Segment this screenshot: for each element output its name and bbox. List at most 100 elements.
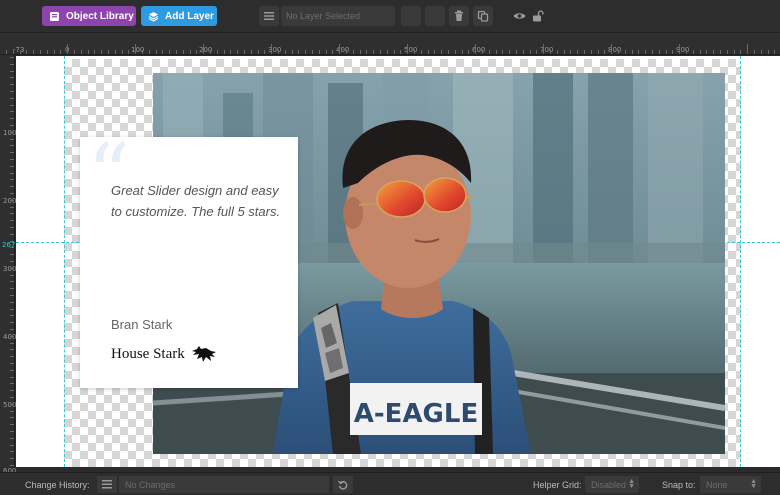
trash-icon xyxy=(455,10,463,21)
ruler-tick xyxy=(393,50,395,54)
ruler-tick xyxy=(434,50,436,54)
duplicate-layer-button[interactable] xyxy=(473,6,493,26)
lock-toggle[interactable] xyxy=(531,9,545,22)
eye-icon xyxy=(513,13,525,19)
testimonial-quote[interactable]: Great Slider design and easy to customiz… xyxy=(111,181,285,222)
ruler-tick xyxy=(10,281,14,283)
add-layer-button[interactable]: Add Layer xyxy=(141,6,217,26)
ruler-tick xyxy=(502,50,504,54)
ruler-tick xyxy=(216,50,218,54)
ruler-tick xyxy=(26,50,28,54)
history-list-button[interactable] xyxy=(97,476,117,493)
ruler-tick xyxy=(652,50,653,54)
ruler-label: 300 xyxy=(3,265,17,273)
ruler-tick xyxy=(448,50,449,54)
undo-button[interactable] xyxy=(333,476,353,493)
object-library-button[interactable]: Object Library xyxy=(42,6,136,26)
ruler-tick xyxy=(570,50,572,54)
ruler-tick xyxy=(230,50,232,54)
ruler-tick xyxy=(210,50,211,54)
ruler-tick xyxy=(10,165,14,167)
snap-to-value: None xyxy=(706,479,728,490)
ruler-tick xyxy=(10,274,14,276)
ruler-tick xyxy=(244,50,245,54)
ruler-tick xyxy=(10,172,14,174)
duplicate-icon xyxy=(477,10,489,22)
ruler-tick xyxy=(10,376,14,378)
editor-canvas[interactable]: A-EAGLE “ Great Slider design and easy t… xyxy=(16,56,780,467)
vertical-ruler[interactable]: 100 200 267 300 400 500 600 xyxy=(0,55,17,475)
ruler-tick xyxy=(10,84,14,86)
ruler-label: 900 xyxy=(676,46,690,54)
ruler-tick xyxy=(94,50,96,54)
ruler-tick xyxy=(10,315,14,317)
ruler-tick xyxy=(366,50,368,54)
testimonial-author[interactable]: Bran Stark xyxy=(111,317,172,332)
ruler-tick xyxy=(618,50,619,54)
guide-line-right[interactable] xyxy=(740,56,741,467)
ruler-tick xyxy=(10,417,14,419)
hamburger-icon xyxy=(102,480,112,489)
ruler-tick xyxy=(250,50,252,54)
helper-grid-select[interactable]: Disabled ▲ ▼ xyxy=(585,476,639,493)
ruler-tick xyxy=(10,233,14,235)
ruler-tick xyxy=(284,50,286,54)
delete-layer-button[interactable] xyxy=(449,6,469,26)
testimonial-company[interactable]: House Stark xyxy=(111,345,217,363)
ruler-tick xyxy=(6,50,7,54)
ruler-label: 400 xyxy=(3,333,17,341)
layer-list-button[interactable] xyxy=(259,6,279,26)
ruler-tick xyxy=(339,44,341,54)
ruler-tick xyxy=(611,44,613,54)
change-history-select[interactable]: No Changes xyxy=(119,476,329,493)
toolbar-slot-2[interactable] xyxy=(425,6,445,26)
ruler-tick xyxy=(10,193,14,194)
ruler-tick xyxy=(278,50,279,54)
visibility-toggle[interactable] xyxy=(512,10,526,22)
object-library-label: Object Library xyxy=(66,10,134,22)
ruler-tick xyxy=(720,50,721,54)
ruler-tick xyxy=(380,50,381,54)
ruler-tick xyxy=(754,50,755,54)
ruler-tick xyxy=(155,50,157,54)
ruler-tick xyxy=(10,220,14,222)
ruler-tick xyxy=(10,145,14,147)
ruler-tick xyxy=(257,50,259,54)
ruler-tick xyxy=(10,458,14,460)
undo-icon xyxy=(338,480,348,490)
ruler-tick xyxy=(597,50,599,54)
ruler-label: 300 xyxy=(268,46,282,54)
ruler-tick xyxy=(495,50,497,54)
ruler-tick xyxy=(468,50,470,54)
toolbar-slot-1[interactable] xyxy=(401,6,421,26)
ruler-tick xyxy=(10,213,14,215)
layer-select[interactable]: No Layer Selected xyxy=(281,6,395,26)
company-name: House Stark xyxy=(111,345,185,362)
ruler-tick xyxy=(176,50,177,54)
ruler-tick xyxy=(584,50,585,54)
testimonial-card[interactable]: “ Great Slider design and easy to custom… xyxy=(80,133,298,388)
ruler-tick xyxy=(237,50,239,54)
ruler-tick xyxy=(10,295,14,296)
ruler-tick xyxy=(733,50,735,54)
ruler-tick xyxy=(550,50,551,54)
ruler-tick xyxy=(46,50,48,54)
top-toolbar: Object Library Add Layer No Layer Select… xyxy=(0,0,780,33)
guide-line-left[interactable] xyxy=(64,56,65,467)
ruler-tick xyxy=(774,50,776,54)
ruler-tick xyxy=(624,50,626,54)
ruler-tick xyxy=(10,70,14,72)
ruler-tick xyxy=(10,403,14,405)
ruler-tick xyxy=(509,50,511,54)
add-layer-label: Add Layer xyxy=(165,10,214,22)
ruler-tick xyxy=(10,410,14,412)
horizontal-ruler[interactable]: -73 0 100 200 300 400 500 600 700 800 90… xyxy=(0,33,780,55)
snap-to-select[interactable]: None ▲ ▼ xyxy=(700,476,761,493)
ruler-tick xyxy=(40,50,41,54)
ruler-tick xyxy=(10,152,14,154)
ruler-tick xyxy=(10,431,14,432)
ruler-tick xyxy=(325,50,327,54)
ruler-tick xyxy=(10,240,14,242)
bottom-bar: Change History: No Changes Helper Grid: … xyxy=(0,472,780,495)
ruler-tick xyxy=(10,301,14,303)
